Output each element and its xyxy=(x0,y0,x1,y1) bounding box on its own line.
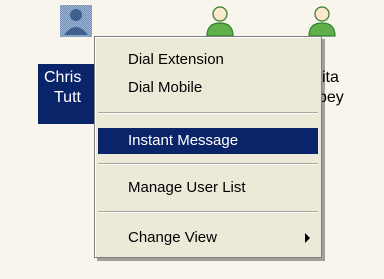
menu-separator xyxy=(98,112,318,114)
contact-name-line-1: Chris xyxy=(44,69,82,86)
menu-item-label: Manage User List xyxy=(128,179,246,196)
context-menu: Dial Extension Dial Mobile Instant Messa… xyxy=(94,36,322,258)
menu-item-change-view[interactable]: Change View xyxy=(98,225,318,251)
menu-item-label: Change View xyxy=(128,229,217,246)
contact-name-line-2: Tutt xyxy=(54,89,81,106)
menu-item-label: Dial Mobile xyxy=(128,79,203,96)
menu-item-manage-user-list[interactable]: Manage User List xyxy=(98,175,318,201)
menu-item-label: Dial Extension xyxy=(128,51,224,68)
menu-separator xyxy=(98,211,318,213)
menu-item-dial-extension[interactable]: Dial Extension xyxy=(98,47,318,73)
menu-separator xyxy=(98,163,318,165)
menu-item-label: Instant Message xyxy=(128,132,239,149)
menu-item-instant-message[interactable]: Instant Message xyxy=(98,128,318,154)
menu-item-dial-mobile[interactable]: Dial Mobile xyxy=(98,75,318,101)
submenu-arrow-icon xyxy=(305,233,310,243)
user-avatar-generic-icon xyxy=(59,4,93,43)
contact-name-line-1: ita xyxy=(322,69,339,86)
